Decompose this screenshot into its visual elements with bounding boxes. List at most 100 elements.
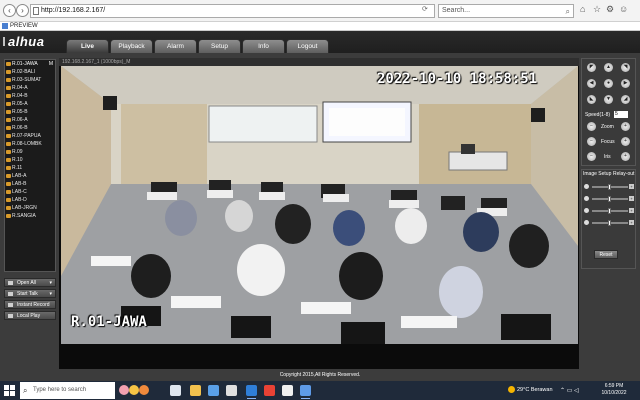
arrow-down-right-icon[interactable]: ◢	[621, 95, 630, 104]
contrast-slider[interactable]: +	[584, 196, 634, 202]
windows-start-icon[interactable]	[4, 385, 16, 397]
zoom-label: Zoom	[601, 124, 614, 130]
iris-close-icon[interactable]: −	[587, 152, 596, 161]
channel-item[interactable]: R.11	[5, 164, 55, 172]
focus-out-icon[interactable]: −	[587, 137, 596, 146]
channel-item[interactable]: LAB-A	[5, 172, 55, 180]
smiley-icon[interactable]: ☺	[619, 4, 628, 14]
plus-icon[interactable]: +	[629, 208, 634, 213]
channel-list[interactable]: R.01-JAWA M R.02-BALI R.03-SUMAT R.04-A R…	[4, 59, 56, 272]
slider-knob[interactable]	[608, 196, 611, 202]
taskbar-clock[interactable]: 6:59 PM 10/10/2022	[594, 383, 634, 397]
ptz-center-icon[interactable]: ●	[604, 79, 613, 88]
tab-image-setup[interactable]: Image Setup	[583, 171, 611, 177]
emoji-icon[interactable]	[129, 385, 139, 395]
tab-setup[interactable]: Setup	[198, 39, 241, 53]
system-tray[interactable]: ⌃ ▭ ◁	[560, 387, 579, 394]
camera-icon	[6, 110, 11, 114]
search-icon[interactable]: ⌕	[566, 6, 570, 18]
saturation-slider[interactable]: +	[584, 220, 634, 226]
channel-item[interactable]: LAB-C	[5, 188, 55, 196]
channel-item[interactable]: R.07-PAPUA	[5, 132, 55, 140]
address-bar[interactable]: http://192.168.2.167/	[30, 4, 435, 18]
back-icon[interactable]: ‹	[3, 4, 16, 17]
channel-item[interactable]: R.SANGIA	[5, 212, 55, 220]
chevron-down-icon[interactable]: ▾	[49, 279, 52, 287]
weather-widget[interactable]: 29°C Berawan	[508, 386, 553, 393]
arrow-right-icon[interactable]: ▶	[621, 79, 630, 88]
file-explorer-icon[interactable]	[190, 385, 201, 396]
channel-item[interactable]: LAB-JRGN	[5, 204, 55, 212]
internet-explorer-icon[interactable]	[300, 385, 311, 399]
channel-item[interactable]: R.06-A	[5, 116, 55, 124]
favorites-icon[interactable]: ☆	[593, 4, 601, 15]
slider-knob[interactable]	[608, 184, 611, 190]
plus-icon[interactable]: +	[629, 184, 634, 189]
emoji-icon[interactable]	[119, 385, 129, 395]
tab-logout[interactable]: Logout	[286, 39, 329, 53]
channel-item[interactable]: R.09	[5, 148, 55, 156]
iris-open-icon[interactable]: +	[621, 152, 630, 161]
focus-in-icon[interactable]: +	[621, 137, 630, 146]
plus-icon[interactable]: +	[629, 196, 634, 201]
tab-alarm[interactable]: Alarm	[154, 39, 197, 53]
chrome-icon[interactable]	[264, 385, 275, 396]
chevron-up-icon[interactable]: ⌃	[560, 388, 565, 394]
task-view-icon[interactable]	[170, 385, 181, 396]
home-icon[interactable]: ⌂	[580, 4, 585, 14]
zoom-out-icon[interactable]: −	[587, 122, 596, 131]
tab-playback[interactable]: Playback	[110, 39, 153, 53]
brightness-slider[interactable]: +	[584, 184, 634, 190]
channel-item[interactable]: R.08-LOMBK	[5, 140, 55, 148]
camera-feed[interactable]: 2022-10-10 18:58:51 R.01-JAWA	[61, 66, 578, 344]
taskbar-search-input[interactable]: ⌕ Type here to search	[20, 382, 115, 399]
channel-item[interactable]: R.03-SUMAT	[5, 76, 55, 84]
app-icon[interactable]	[282, 385, 293, 396]
arrow-down-left-icon[interactable]: ◣	[587, 95, 596, 104]
channel-item[interactable]: LAB-D	[5, 196, 55, 204]
slider-knob[interactable]	[608, 220, 611, 226]
chevron-down-icon[interactable]: ▾	[49, 290, 52, 298]
edge-icon[interactable]	[246, 385, 257, 399]
tab-info[interactable]: Info	[242, 39, 285, 53]
tab-live[interactable]: Live	[66, 39, 109, 53]
instant-record-button[interactable]: Instant Record	[4, 300, 56, 309]
channel-item[interactable]: R.04-A	[5, 84, 55, 92]
volume-icon[interactable]: ◁	[574, 388, 579, 394]
channel-item[interactable]: R.04-B	[5, 92, 55, 100]
zoom-in-icon[interactable]: +	[621, 122, 630, 131]
main-stream-flag[interactable]: M	[49, 60, 53, 68]
browser-search-input[interactable]: Search... ⌕	[438, 4, 574, 18]
settings-icon[interactable]: ⚙	[606, 4, 614, 15]
slider-knob[interactable]	[608, 208, 611, 214]
arrow-left-icon[interactable]: ◀	[587, 79, 596, 88]
store-icon[interactable]	[208, 385, 219, 396]
arrow-up-left-icon[interactable]: ◤	[587, 63, 596, 72]
channel-item[interactable]: R.10	[5, 156, 55, 164]
refresh-icon[interactable]: ⟳	[422, 5, 428, 13]
channel-item[interactable]: R.06-B	[5, 124, 55, 132]
image-setup-panel: Image Setup Relay-out + + + + Reset	[581, 169, 636, 269]
channel-item[interactable]: R.02-BALI	[5, 68, 55, 76]
arrow-up-icon[interactable]: ▲	[604, 63, 613, 72]
emoji-icon[interactable]	[139, 385, 149, 395]
start-talk-button[interactable]: Start Talk ▾	[4, 289, 56, 298]
network-icon[interactable]: ▭	[567, 388, 573, 394]
local-play-button[interactable]: Local Play	[4, 311, 56, 320]
tab-relay-out[interactable]: Relay-out	[613, 171, 634, 177]
arrow-up-right-icon[interactable]: ◥	[621, 63, 630, 72]
forward-icon[interactable]: ›	[16, 4, 29, 17]
channel-item[interactable]: R.05-B	[5, 108, 55, 116]
plus-icon[interactable]: +	[629, 220, 634, 225]
speed-select[interactable]: 5	[614, 111, 628, 118]
hue-slider[interactable]: +	[584, 208, 634, 214]
arrow-down-icon[interactable]: ▼	[604, 95, 613, 104]
channel-item[interactable]: LAB-B	[5, 180, 55, 188]
channel-item[interactable]: R.05-A	[5, 100, 55, 108]
reset-button[interactable]: Reset	[594, 250, 618, 259]
camera-icon	[6, 190, 11, 194]
open-all-button[interactable]: Open All ▾	[4, 278, 56, 287]
tab-preview[interactable]: PREVIEW	[1, 22, 71, 31]
channel-item[interactable]: R.01-JAWA M	[5, 60, 55, 68]
mail-icon[interactable]	[226, 385, 237, 396]
